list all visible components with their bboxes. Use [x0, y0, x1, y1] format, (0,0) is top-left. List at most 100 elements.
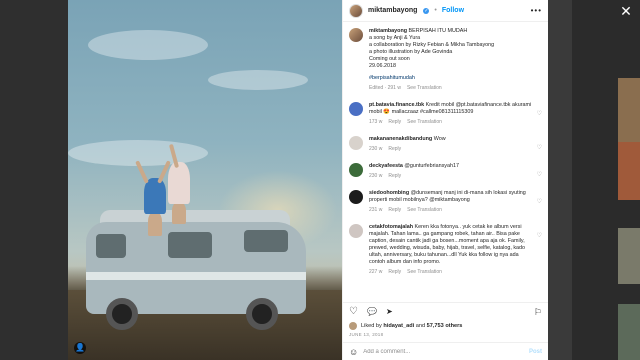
post-comment-button[interactable]: Post [529, 349, 542, 355]
post-header: miktambayong ✓ • Follow ••• [343, 0, 548, 22]
post-modal: 👤 miktambayong ✓ • Follow ••• miktambayo… [68, 0, 548, 360]
likes-prefix: Liked by [361, 323, 382, 329]
share-icon[interactable]: ➤ [386, 307, 393, 317]
likes-connector: and [415, 323, 426, 329]
reply-link[interactable]: Reply [388, 119, 401, 126]
commenter-avatar[interactable] [349, 190, 363, 204]
post-date: JUNE 13, 2018 [349, 332, 384, 337]
likes-text[interactable]: Liked by hidayat_adi and 57,753 others [361, 323, 462, 329]
post-photo[interactable]: 👤 [68, 0, 342, 360]
commenter-username[interactable]: pt.batavia.finance.tbk [369, 102, 424, 108]
see-translation-link[interactable]: See Translation [407, 207, 442, 214]
comment-input[interactable] [363, 348, 524, 355]
heart-icon[interactable]: ♡ [349, 306, 358, 317]
comment-body: makananenakdibandung Wow 230 w Reply [369, 136, 542, 153]
person-legs [148, 212, 162, 236]
commenter-username[interactable]: siedoohombing [369, 190, 409, 196]
caption-line: a song by Anji & Yura [369, 35, 421, 41]
reply-link[interactable]: Reply [388, 269, 401, 276]
caption-meta: Edited · 291 w See Translation [369, 85, 532, 92]
more-options-icon[interactable]: ••• [531, 6, 542, 15]
van-window [244, 230, 288, 252]
comment-item: makananenakdibandung Wow 230 w Reply ♡ [349, 136, 542, 153]
comment-age: 173 w [369, 119, 383, 125]
comment-like-icon[interactable]: ♡ [537, 171, 542, 178]
commenter-avatar[interactable] [349, 102, 363, 116]
commenter-username[interactable]: makananenakdibandung [369, 136, 432, 142]
liker-avatar[interactable] [349, 322, 357, 330]
comment-like-icon[interactable]: ♡ [537, 144, 542, 151]
commenter-avatar[interactable] [349, 163, 363, 177]
photo-cloud [88, 30, 208, 60]
comment-age: 230 w [369, 146, 383, 152]
caption-avatar[interactable] [349, 28, 363, 42]
reply-link[interactable]: Reply [388, 146, 401, 153]
comment-text: Keren kka fotonya.. yuk cetak ke album v… [369, 224, 526, 265]
likes-summary: Liked by hidayat_adi and 57,753 others [343, 320, 548, 332]
person-legs [172, 202, 186, 224]
see-translation-link[interactable]: See Translation [407, 119, 442, 126]
other-likes-count[interactable]: 57,753 others [427, 323, 463, 329]
comment-meta: 230 w Reply [369, 146, 532, 153]
background-thumbnail [618, 142, 640, 200]
van-stripe [86, 272, 306, 280]
commenter-username[interactable]: deckyafeesta [369, 163, 403, 169]
caption-line: a photo illustration by Ade Govinda [369, 49, 453, 55]
comment-meta: 231 w Reply See Translation [369, 207, 532, 214]
comment-like-icon[interactable]: ♡ [537, 232, 542, 239]
comment-item: pt.batavia.finance.tbk Kredit mobil @pt.… [349, 102, 542, 126]
photo-cloud [208, 70, 308, 90]
comment-body: pt.batavia.finance.tbk Kredit mobil @pt.… [369, 102, 542, 126]
author-avatar[interactable] [349, 3, 363, 18]
caption-line: BERPISAH ITU MUDAH [408, 28, 468, 34]
van-wheel [106, 298, 138, 330]
comment-age: 231 w [369, 207, 383, 213]
comment-like-icon[interactable]: ♡ [537, 198, 542, 205]
comment-body: deckyafeesta @gunturfebriansyah17 230 w … [369, 163, 542, 180]
reply-link[interactable]: Reply [388, 173, 401, 180]
caption-body: miktambayong BERPISAH ITU MUDAH a song b… [369, 28, 542, 92]
comment-meta: 227 w Reply See Translation [369, 269, 532, 276]
caption-age: Edited · 291 w [369, 85, 401, 91]
bookmark-icon[interactable]: ⚐ [534, 307, 542, 317]
comment-like-icon[interactable]: ♡ [537, 110, 542, 117]
caption-hashtag[interactable]: #berpisahitumudah [369, 75, 532, 82]
comment-body: cetakfotomajalah Keren kka fotonya.. yuk… [369, 224, 542, 276]
user-tag-icon[interactable]: 👤 [74, 342, 86, 354]
add-comment-bar: ☺ Post [343, 342, 548, 360]
van-window [96, 234, 126, 258]
comments-list[interactable]: miktambayong BERPISAH ITU MUDAH a song b… [343, 22, 548, 302]
see-translation-link[interactable]: See Translation [407, 269, 442, 276]
post-side-panel: miktambayong ✓ • Follow ••• miktambayong… [342, 0, 548, 360]
comment-item: siedoohombing @dunsemanj manj ini di-man… [349, 190, 542, 214]
caption-username[interactable]: miktambayong [369, 28, 407, 34]
first-liker[interactable]: hidayat_adi [383, 323, 414, 329]
van-window [168, 232, 212, 258]
comment-meta: 173 w Reply See Translation [369, 119, 532, 126]
caption-line: Coming out soon [369, 56, 410, 62]
background-thumbnail [618, 228, 640, 284]
comment-meta: 230 w Reply [369, 173, 532, 180]
backdrop-left [0, 0, 68, 360]
comment-item: cetakfotomajalah Keren kka fotonya.. yuk… [349, 224, 542, 276]
comment-text: @gunturfebriansyah17 [404, 163, 459, 169]
header-separator: • [434, 7, 437, 14]
author-username[interactable]: miktambayong [368, 7, 417, 14]
close-icon[interactable]: ✕ [618, 4, 634, 18]
comment-age: 227 w [369, 269, 383, 275]
person-left [144, 178, 166, 214]
see-translation-link[interactable]: See Translation [407, 85, 442, 92]
commenter-username[interactable]: cetakfotomajalah [369, 224, 413, 230]
comment-icon[interactable]: 💬 [367, 307, 377, 317]
comment-body: siedoohombing @dunsemanj manj ini di-man… [369, 190, 542, 214]
backdrop-right [572, 0, 640, 360]
commenter-avatar[interactable] [349, 224, 363, 238]
comment-item: deckyafeesta @gunturfebriansyah17 230 w … [349, 163, 542, 180]
emoji-icon[interactable]: ☺ [349, 347, 358, 357]
post-actions: ♡ 💬 ➤ ⚐ [343, 302, 548, 320]
van-wheel [246, 298, 278, 330]
reply-link[interactable]: Reply [388, 207, 401, 214]
follow-button[interactable]: Follow [442, 7, 464, 14]
comment-age: 230 w [369, 173, 383, 179]
commenter-avatar[interactable] [349, 136, 363, 150]
